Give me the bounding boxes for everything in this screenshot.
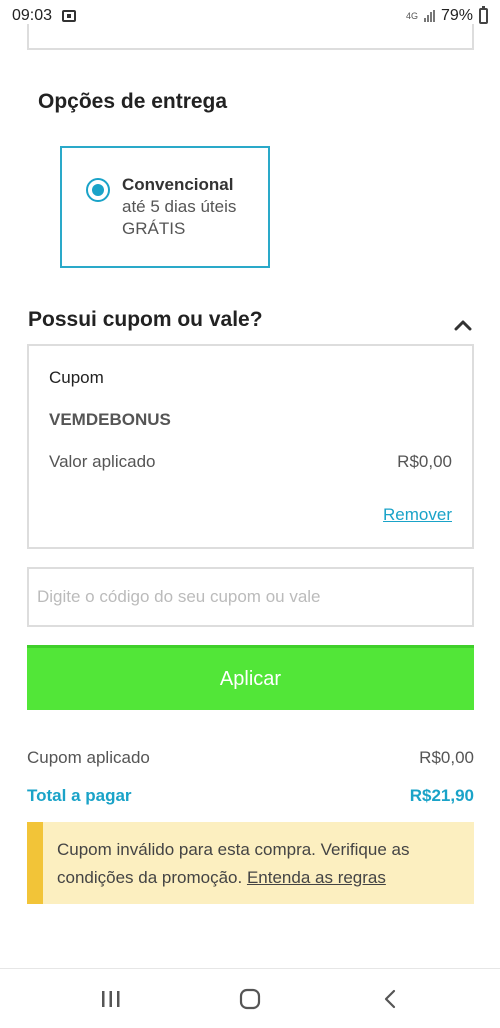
coupon-label: Cupom — [49, 368, 104, 387]
total-label: Total a pagar — [27, 786, 132, 805]
remove-coupon-link[interactable]: Remover — [383, 505, 452, 525]
applied-value: R$0,00 — [397, 452, 452, 471]
total-row: Total a pagar R$21,90 — [27, 786, 474, 806]
delivery-option-radio[interactable] — [86, 178, 110, 202]
home-icon — [239, 988, 261, 1010]
coupon-code: VEMDEBONUS — [49, 410, 171, 429]
navigation-bar — [0, 968, 500, 1028]
coupon-code-input[interactable] — [27, 567, 474, 627]
battery-icon — [479, 6, 488, 24]
applied-coupon-card: Cupom VEMDEBONUS Valor aplicado R$0,00 R… — [27, 344, 474, 549]
delivery-option-eta: até 5 dias úteis — [122, 197, 237, 216]
back-icon — [384, 989, 396, 1009]
network-type: 4G — [405, 10, 418, 21]
coupon-applied-value: R$0,00 — [419, 748, 474, 767]
delivery-option-details: Convencional até 5 dias úteis GRÁTIS — [122, 174, 236, 240]
status-time: 09:03 — [12, 7, 53, 24]
delivery-option-price: GRÁTIS — [122, 219, 186, 238]
rules-link[interactable]: Entenda as regras — [247, 868, 386, 887]
signal-icon — [423, 10, 435, 22]
coupon-applied-row: Cupom aplicado R$0,00 — [27, 748, 474, 768]
back-button[interactable] — [350, 969, 430, 1028]
delivery-option-card[interactable]: Convencional até 5 dias úteis GRÁTIS — [60, 146, 270, 268]
apply-coupon-button[interactable]: Aplicar — [27, 645, 474, 710]
chevron-up-icon[interactable] — [454, 316, 472, 334]
home-button[interactable] — [210, 969, 290, 1028]
invalid-coupon-alert: Cupom inválido para esta compra. Verifiq… — [27, 822, 474, 904]
coupon-section-title: Possui cupom ou vale? — [28, 308, 263, 331]
recents-icon — [102, 991, 120, 1007]
total-value: R$21,90 — [409, 786, 474, 805]
coupon-applied-label: Cupom aplicado — [27, 748, 150, 767]
recents-button[interactable] — [71, 969, 151, 1028]
battery-percent: 79% — [440, 7, 473, 24]
applied-value-label: Valor aplicado — [49, 452, 156, 471]
notification-icon — [62, 10, 77, 22]
previous-section-card — [27, 24, 474, 50]
delivery-option-name: Convencional — [122, 175, 234, 194]
delivery-options-title: Opções de entrega — [38, 90, 228, 113]
